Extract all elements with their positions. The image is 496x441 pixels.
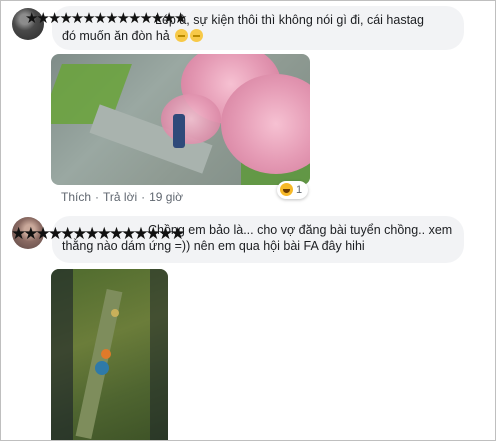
reaction-count: 1 xyxy=(296,184,303,196)
author-name-redacted[interactable]: ★★★★★★★★★★★★★★ xyxy=(11,225,185,242)
like-link[interactable]: Thích xyxy=(61,190,91,204)
comment-timestamp[interactable]: 19 giờ xyxy=(149,190,183,204)
expressionless-face-icon xyxy=(190,29,204,42)
comment-thread: Lép à, sự kiện thôi thì không nói gì đi,… xyxy=(0,0,496,441)
reaction-badge[interactable]: 1 xyxy=(277,181,309,199)
haha-reaction-icon xyxy=(280,183,293,196)
comment-image[interactable] xyxy=(51,269,168,440)
author-name-redacted[interactable]: ★★★★★★★★★★★★★★ xyxy=(25,11,187,27)
comment-image[interactable] xyxy=(51,54,310,185)
comment-actions: Thích · Trả lời · 19 giờ xyxy=(61,190,183,204)
expressionless-face-icon xyxy=(175,29,189,42)
reply-link[interactable]: Trả lời xyxy=(103,190,137,204)
